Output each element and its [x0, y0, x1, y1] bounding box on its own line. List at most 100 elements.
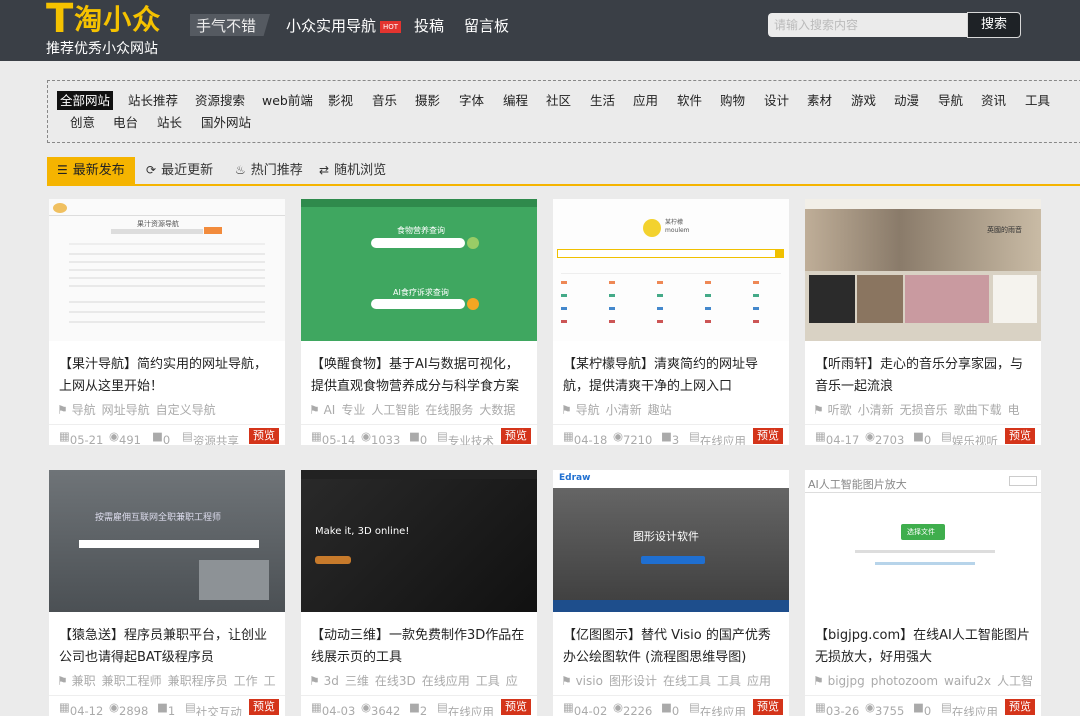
tab-recently-updated[interactable]: ⟳ 最近更新: [146, 157, 213, 184]
site-logo[interactable]: T淘小众 推荐优秀小众网站: [46, 0, 181, 61]
site-card[interactable]: 食物营养查询 AI食疗诉求查询 【唤醒食物】基于AI与数据可视化，提供直观食物营…: [301, 199, 537, 445]
tag[interactable]: 工具: [717, 674, 741, 688]
card-title[interactable]: 【某柠檬导航】清爽简约的网址导航，提供清爽干净的上网入口: [563, 354, 783, 398]
tag[interactable]: 在线3D: [375, 674, 416, 688]
site-card[interactable]: Make it, 3D online! 【动动三维】一款免费制作3D作品在线展示…: [301, 470, 537, 716]
site-card[interactable]: Edraw 图形设计软件 【亿图图示】替代 Visio 的国产优秀办公绘图软件 …: [553, 470, 789, 716]
tag[interactable]: 在线工具: [663, 674, 711, 688]
category-item[interactable]: 国外网站: [201, 113, 251, 132]
category-item[interactable]: 摄影: [415, 91, 440, 110]
category-item[interactable]: web前端: [262, 91, 313, 110]
preview-button[interactable]: 预览: [1005, 699, 1035, 715]
tag[interactable]: 3d: [324, 674, 339, 688]
category-item[interactable]: 社区: [546, 91, 571, 110]
tag[interactable]: 三维: [345, 674, 369, 688]
category-item[interactable]: 动漫: [894, 91, 919, 110]
category-item[interactable]: 编程: [503, 91, 528, 110]
tag[interactable]: 专业: [341, 403, 365, 417]
category-item[interactable]: 游戏: [851, 91, 876, 110]
card-title[interactable]: 【听雨轩】走心的音乐分享家园，与音乐一起流浪: [815, 354, 1035, 398]
card-title[interactable]: 【猿急送】程序员兼职平台，让创业公司也请得起BAT级程序员: [59, 625, 279, 669]
preview-button[interactable]: 预览: [501, 428, 531, 444]
tag[interactable]: 自定义导航: [156, 403, 216, 417]
search-button[interactable]: 搜索: [967, 12, 1021, 38]
tag[interactable]: 图形设计: [609, 674, 657, 688]
tag[interactable]: 歌曲下载: [954, 403, 1002, 417]
tag[interactable]: 导航: [72, 403, 96, 417]
tag[interactable]: AI: [324, 403, 336, 417]
tag[interactable]: 人工智能: [371, 403, 419, 417]
category[interactable]: ▤ 社交互动: [185, 700, 242, 716]
tag[interactable]: bigjpg: [828, 674, 865, 688]
card-thumbnail[interactable]: 某柠檬 moulem: [553, 199, 789, 341]
card-title[interactable]: 【果汁导航】简约实用的网址导航，上网从这里开始！: [59, 354, 279, 398]
tag[interactable]: 应用: [747, 674, 771, 688]
category-item[interactable]: 影视: [328, 91, 353, 110]
tab-latest[interactable]: ☰ 最新发布: [47, 157, 135, 184]
site-card[interactable]: 按需雇佣互联网全职兼职工程师 【猿急送】程序员兼职平台，让创业公司也请得起BAT…: [49, 470, 285, 716]
category-item[interactable]: 资讯: [981, 91, 1006, 110]
tag[interactable]: 趣站: [648, 403, 672, 417]
category[interactable]: ▤ 在线应用: [689, 700, 746, 716]
card-title[interactable]: 【bigjpg.com】在线AI人工智能图片无损放大，好用强大: [815, 625, 1035, 669]
tab-random[interactable]: ⇄ 随机浏览: [319, 157, 386, 184]
category-item[interactable]: 软件: [677, 91, 702, 110]
card-title[interactable]: 【动动三维】一款免费制作3D作品在线展示页的工具: [311, 625, 531, 669]
tag[interactable]: 工: [264, 674, 276, 688]
category-item[interactable]: 生活: [590, 91, 615, 110]
tag[interactable]: 在线应用: [422, 674, 470, 688]
tag[interactable]: 兼职工程师: [102, 674, 162, 688]
preview-button[interactable]: 预览: [753, 699, 783, 715]
tag[interactable]: 在线服务: [425, 403, 473, 417]
tag[interactable]: waifu2x: [944, 674, 991, 688]
site-card[interactable]: 英國的雨音 【听雨轩】走心的音乐分享家园，与音乐一起流浪 ⚑ 听歌 小清新 无损音乐…: [805, 199, 1041, 445]
tag[interactable]: 无损音乐: [900, 403, 948, 417]
card-thumbnail[interactable]: 英國的雨音: [805, 199, 1041, 341]
card-thumbnail[interactable]: 食物营养查询 AI食疗诉求查询: [301, 199, 537, 341]
tag[interactable]: 听歌: [828, 403, 852, 417]
category-item[interactable]: 应用: [633, 91, 658, 110]
category-item[interactable]: 设计: [764, 91, 789, 110]
search-input[interactable]: [768, 13, 968, 37]
preview-button[interactable]: 预览: [249, 428, 279, 444]
tag[interactable]: 电: [1008, 403, 1020, 417]
tag[interactable]: 网址导航: [102, 403, 150, 417]
category[interactable]: ▤ 在线应用: [437, 700, 494, 716]
category-item[interactable]: 站长: [157, 113, 182, 132]
preview-button[interactable]: 预览: [501, 699, 531, 715]
category[interactable]: ▤ 专业技术: [437, 429, 494, 445]
tag[interactable]: 人工智: [997, 674, 1033, 688]
nav-niche-navigation[interactable]: 小众实用导航 HOT: [286, 15, 402, 36]
tag[interactable]: 兼职程序员: [168, 674, 228, 688]
category-all[interactable]: 全部网站: [57, 91, 114, 110]
category[interactable]: ▤ 娱乐视听: [941, 429, 998, 445]
card-thumbnail[interactable]: AI人工智能图片放大 选择文件: [805, 470, 1041, 612]
category-item[interactable]: 创意: [70, 113, 95, 132]
category[interactable]: ▤ 资源共享: [182, 429, 239, 445]
card-thumbnail[interactable]: 按需雇佣互联网全职兼职工程师: [49, 470, 285, 612]
nav-message-board[interactable]: 留言板: [464, 15, 509, 36]
tag[interactable]: 小清新: [606, 403, 642, 417]
category[interactable]: ▤ 在线应用: [941, 700, 998, 716]
tag[interactable]: 工作: [234, 674, 258, 688]
tag[interactable]: 导航: [576, 403, 600, 417]
preview-button[interactable]: 预览: [249, 699, 279, 715]
tag[interactable]: 兼职: [72, 674, 96, 688]
tag[interactable]: photozoom: [871, 674, 938, 688]
tag[interactable]: visio: [576, 674, 603, 688]
site-card[interactable]: AI人工智能图片放大 选择文件 【bigjpg.com】在线AI人工智能图片无损…: [805, 470, 1041, 716]
card-thumbnail[interactable]: Make it, 3D online!: [301, 470, 537, 612]
nav-lucky[interactable]: 手气不错: [190, 14, 270, 36]
nav-submit[interactable]: 投稿: [414, 15, 444, 36]
category-item[interactable]: 购物: [720, 91, 745, 110]
preview-button[interactable]: 预览: [1005, 428, 1035, 444]
card-thumbnail[interactable]: Edraw 图形设计软件: [553, 470, 789, 612]
category-item[interactable]: 音乐: [372, 91, 397, 110]
preview-button[interactable]: 预览: [753, 428, 783, 444]
tag[interactable]: 应: [506, 674, 518, 688]
site-card[interactable]: 某柠檬 moulem 【某柠檬导航】清爽简约的网址导航，提供清爽干净的上网入口 ⚑…: [553, 199, 789, 445]
card-thumbnail[interactable]: 果汁资源导航: [49, 199, 285, 341]
category-item[interactable]: 工具: [1025, 91, 1050, 110]
card-title[interactable]: 【亿图图示】替代 Visio 的国产优秀办公绘图软件 (流程图思维导图): [563, 625, 783, 669]
card-title[interactable]: 【唤醒食物】基于AI与数据可视化，提供直观食物营养成分与科学食方案: [311, 354, 531, 398]
